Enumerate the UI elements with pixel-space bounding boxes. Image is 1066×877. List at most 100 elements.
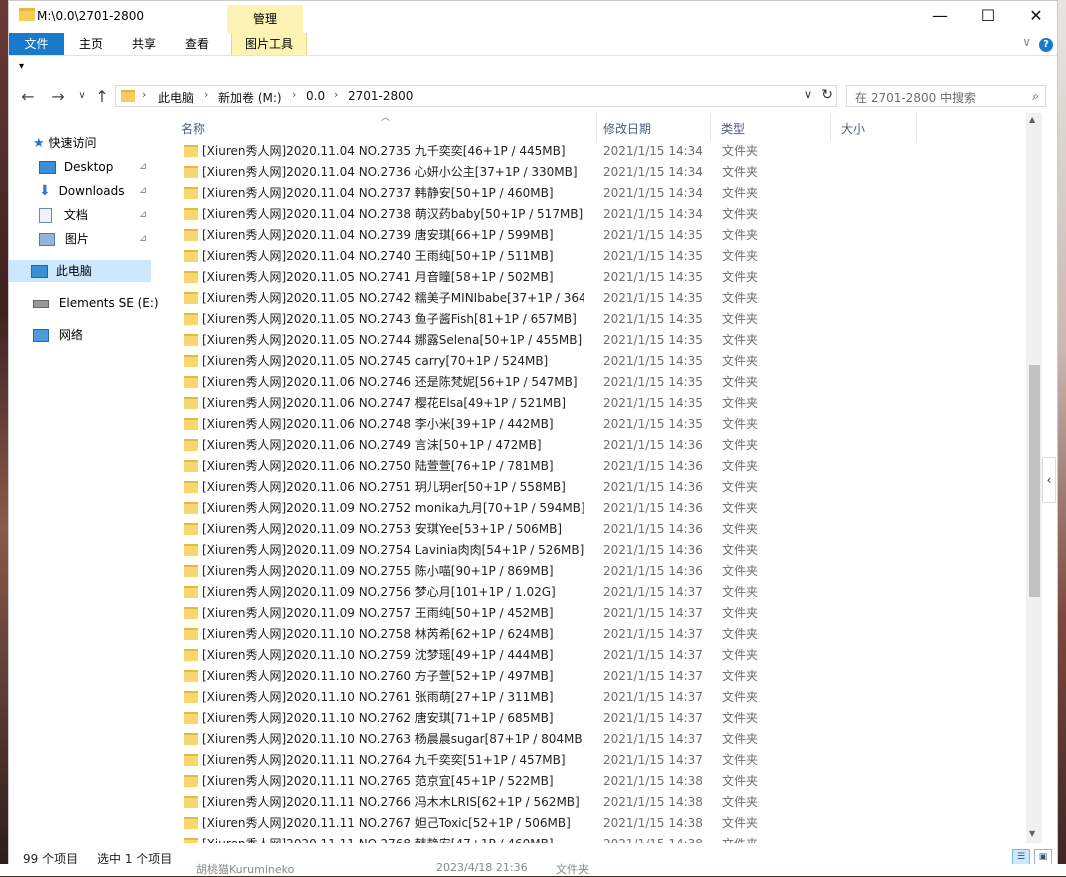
maximize-button[interactable]: ☐ [965, 1, 1011, 33]
table-row[interactable]: [Xiuren秀人网]2020.11.10 NO.2762 唐安琪[71+1P … [163, 708, 1027, 729]
recent-locations-button[interactable]: ∨ [71, 90, 93, 101]
table-row[interactable]: [Xiuren秀人网]2020.11.04 NO.2738 萌汉药baby[50… [163, 204, 1027, 225]
preview-pane-toggle[interactable]: ‹ [1042, 457, 1056, 503]
breadcrumb-this-pc[interactable]: 此电脑 [158, 89, 194, 106]
table-row[interactable]: [Xiuren秀人网]2020.11.05 NO.2742 糯美子MINIbab… [163, 288, 1027, 309]
tab-picture-tools[interactable]: 图片工具 [231, 33, 307, 55]
address-bar[interactable]: › 此电脑 › 新加卷 (M:) › 0.0 › 2701-2800 ∨ ↻ [115, 85, 837, 107]
pin-icon[interactable]: ⊿ [139, 204, 147, 226]
table-row[interactable]: [Xiuren秀人网]2020.11.11 NO.2766 冯木木LRIS[62… [163, 792, 1027, 813]
nav-label: 此电脑 [55, 264, 92, 278]
nav-item-desktop[interactable]: Desktop ⊿ [39, 156, 159, 178]
table-row[interactable]: [Xiuren秀人网]2020.11.05 NO.2743 鱼子酱Fish[81… [163, 309, 1027, 330]
file-date: 2021/1/15 14:36 [603, 501, 703, 515]
help-icon[interactable]: ? [1039, 38, 1053, 52]
minimize-button[interactable]: — [917, 1, 963, 33]
table-row[interactable]: [Xiuren秀人网]2020.11.09 NO.2752 monika九月[7… [163, 498, 1027, 519]
large-icons-view-icon[interactable]: ▣ [1034, 849, 1052, 865]
nav-item-documents[interactable]: 文档 ⊿ [39, 204, 159, 226]
table-row[interactable]: [Xiuren秀人网]2020.11.05 NO.2741 月音瞳[58+1P … [163, 267, 1027, 288]
file-name: [Xiuren秀人网]2020.11.06 NO.2747 樱花Elsa[49+… [202, 396, 567, 410]
table-row[interactable]: [Xiuren秀人网]2020.11.11 NO.2768 韩静安[47+1P … [163, 834, 1027, 843]
file-name: [Xiuren秀人网]2020.11.05 NO.2742 糯美子MINIbab… [202, 291, 584, 305]
expand-ribbon-icon[interactable]: ∨ [1022, 35, 1031, 49]
scroll-up-icon[interactable]: ▲ [1029, 115, 1035, 124]
nav-network[interactable]: 网络 [33, 324, 83, 346]
table-row[interactable]: [Xiuren秀人网]2020.11.11 NO.2764 九千奕奕[51+1P… [163, 750, 1027, 771]
table-row[interactable]: [Xiuren秀人网]2020.11.04 NO.2737 韩静安[50+1P … [163, 183, 1027, 204]
refresh-icon[interactable]: ↻ [821, 87, 833, 103]
table-row[interactable]: [Xiuren秀人网]2020.11.06 NO.2747 樱花Elsa[49+… [163, 393, 1027, 414]
table-row[interactable]: [Xiuren秀人网]2020.11.10 NO.2758 林芮希[62+1P … [163, 624, 1027, 645]
table-row[interactable]: [Xiuren秀人网]2020.11.11 NO.2765 范京宜[45+1P … [163, 771, 1027, 792]
table-row[interactable]: [Xiuren秀人网]2020.11.04 NO.2736 心妍小公主[37+1… [163, 162, 1027, 183]
table-row[interactable]: [Xiuren秀人网]2020.11.11 NO.2767 妲己Toxic[52… [163, 813, 1027, 834]
table-row[interactable]: [Xiuren秀人网]2020.11.04 NO.2735 九千奕奕[46+1P… [163, 141, 1027, 162]
column-name[interactable]: 名称 [171, 113, 597, 141]
table-row[interactable]: [Xiuren秀人网]2020.11.04 NO.2740 王雨纯[50+1P … [163, 246, 1027, 267]
table-row[interactable]: [Xiuren秀人网]2020.11.10 NO.2761 张雨萌[27+1P … [163, 687, 1027, 708]
folder-icon [184, 712, 198, 724]
pin-icon[interactable]: ⊿ [139, 228, 147, 250]
column-size[interactable]: 大小 [831, 113, 917, 141]
forward-button[interactable]: → [47, 87, 69, 106]
table-row[interactable]: [Xiuren秀人网]2020.11.10 NO.2763 杨晨晨sugar[8… [163, 729, 1027, 750]
table-row[interactable]: [Xiuren秀人网]2020.11.10 NO.2759 沈梦瑶[49+1P … [163, 645, 1027, 666]
table-row[interactable]: [Xiuren秀人网]2020.11.06 NO.2746 还是陈梵妮[56+1… [163, 372, 1027, 393]
table-row[interactable]: [Xiuren秀人网]2020.11.06 NO.2748 李小米[39+1P … [163, 414, 1027, 435]
table-row[interactable]: [Xiuren秀人网]2020.11.09 NO.2754 Lavinia肉肉[… [163, 540, 1027, 561]
breadcrumb-separator[interactable]: › [142, 88, 146, 101]
table-row[interactable]: [Xiuren秀人网]2020.11.09 NO.2756 梦心月[101+1P… [163, 582, 1027, 603]
up-button[interactable]: ↑ [91, 87, 113, 106]
file-date: 2021/1/15 14:36 [603, 438, 703, 452]
address-dropdown-icon[interactable]: ∨ [804, 88, 812, 101]
table-row[interactable]: [Xiuren秀人网]2020.11.09 NO.2755 陈小喵[90+1P … [163, 561, 1027, 582]
column-date[interactable]: 修改日期 [593, 113, 711, 141]
folder-icon [184, 481, 198, 493]
breadcrumb-separator[interactable]: › [292, 88, 296, 101]
nav-item-downloads[interactable]: ⬇ Downloads ⊿ [39, 180, 159, 202]
file-type: 文件夹 [722, 816, 759, 830]
context-tab-manage[interactable]: 管理 [227, 5, 303, 33]
tab-view[interactable]: 查看 [175, 33, 219, 55]
close-button[interactable]: ✕ [1013, 1, 1057, 33]
tab-share[interactable]: 共享 [122, 33, 166, 55]
table-row[interactable]: [Xiuren秀人网]2020.11.09 NO.2753 安琪Yee[53+1… [163, 519, 1027, 540]
customize-toolbar-icon[interactable]: ▾ [19, 61, 24, 72]
nav-item-pictures[interactable]: 图片 ⊿ [39, 228, 159, 250]
file-date: 2021/1/15 14:38 [603, 774, 703, 788]
nav-drive-e[interactable]: Elements SE (E:) [33, 292, 159, 314]
breadcrumb-current[interactable]: 2701-2800 [348, 89, 413, 103]
pin-icon[interactable]: ⊿ [139, 180, 147, 202]
breadcrumb-separator[interactable]: › [204, 88, 208, 101]
table-row[interactable]: [Xiuren秀人网]2020.11.05 NO.2744 娜露Selena[5… [163, 330, 1027, 351]
table-row[interactable]: [Xiuren秀人网]2020.11.05 NO.2745 carry[70+1… [163, 351, 1027, 372]
title-bar[interactable]: M:\0.0\2701-2800 管理 — ☐ ✕ [9, 1, 1057, 33]
search-icon[interactable]: ⌕ [1032, 89, 1039, 104]
details-view-icon[interactable]: ☰ [1012, 849, 1030, 865]
scrollbar-thumb[interactable] [1029, 365, 1040, 597]
breadcrumb-folder-0[interactable]: 0.0 [306, 89, 325, 103]
pin-icon[interactable]: ⊿ [139, 156, 147, 178]
search-input[interactable]: 在 2701-2800 中搜索 ⌕ [846, 85, 1046, 107]
table-row[interactable]: [Xiuren秀人网]2020.11.06 NO.2750 陆萱萱[76+1P … [163, 456, 1027, 477]
breadcrumb-separator[interactable]: › [334, 88, 338, 101]
table-row[interactable]: [Xiuren秀人网]2020.11.10 NO.2760 方子萱[52+1P … [163, 666, 1027, 687]
file-date: 2021/1/15 14:35 [603, 291, 703, 305]
scroll-down-icon[interactable]: ▼ [1029, 829, 1035, 838]
table-row[interactable]: [Xiuren秀人网]2020.11.06 NO.2749 言沫[50+1P /… [163, 435, 1027, 456]
tab-home[interactable]: 主页 [69, 33, 113, 55]
breadcrumb-drive[interactable]: 新加卷 (M:) [218, 89, 282, 106]
table-row[interactable]: [Xiuren秀人网]2020.11.04 NO.2739 唐安琪[66+1P … [163, 225, 1027, 246]
tab-file[interactable]: 文件 [9, 33, 64, 55]
file-date: 2021/1/15 14:37 [603, 732, 703, 746]
file-date: 2021/1/15 14:37 [603, 753, 703, 767]
table-row[interactable]: [Xiuren秀人网]2020.11.09 NO.2757 王雨纯[50+1P … [163, 603, 1027, 624]
nav-quick-access[interactable]: ★ 快速访问 [33, 132, 97, 154]
nav-this-pc[interactable]: 此电脑 [9, 260, 151, 282]
back-button[interactable]: ← [17, 87, 39, 106]
table-row[interactable]: [Xiuren秀人网]2020.11.06 NO.2751 玥儿玥er[50+1… [163, 477, 1027, 498]
vertical-scrollbar[interactable]: ▲ ▼ [1026, 113, 1042, 843]
network-icon [33, 329, 49, 342]
column-type[interactable]: 类型 [711, 113, 831, 141]
